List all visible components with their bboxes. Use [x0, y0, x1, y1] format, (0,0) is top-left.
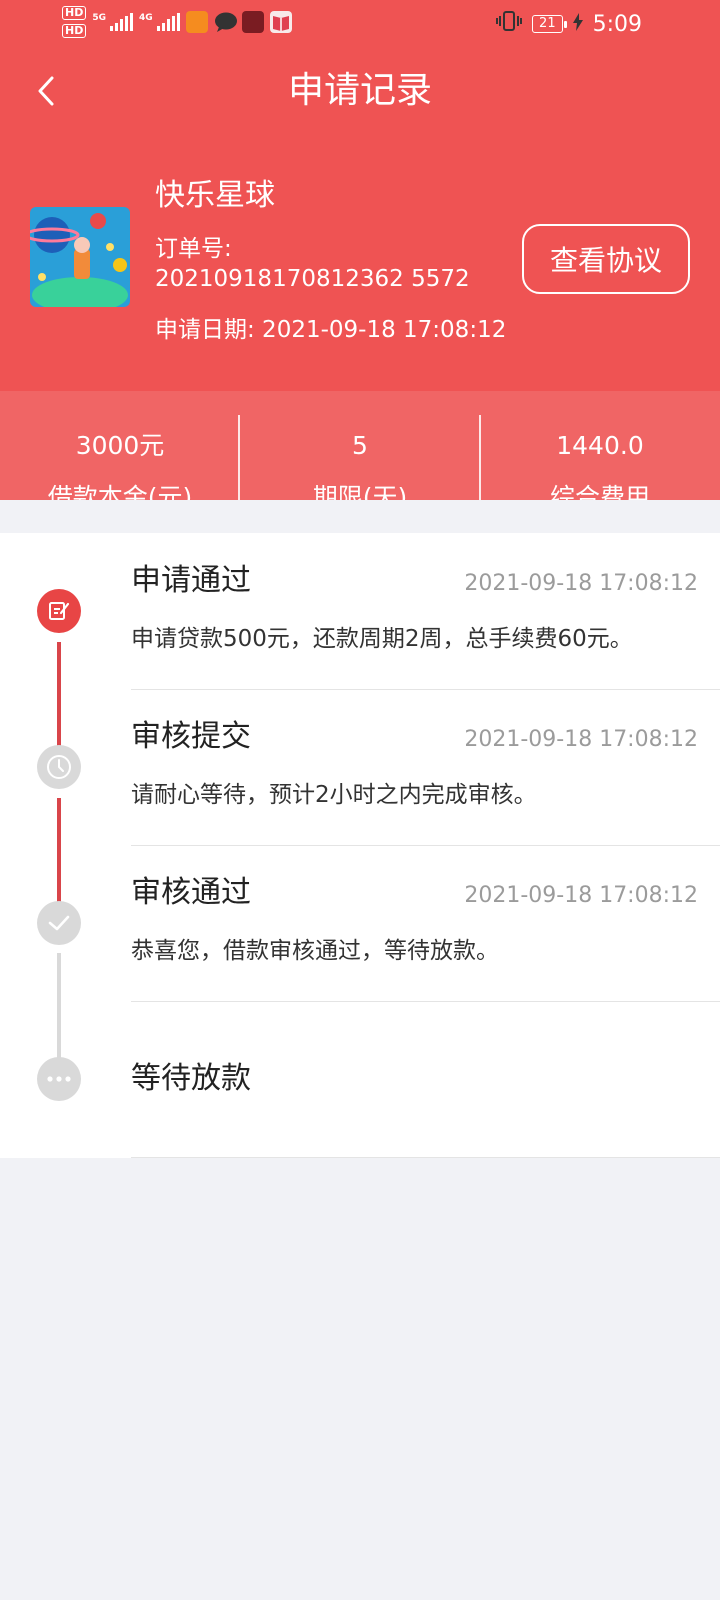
edit-icon: [37, 589, 81, 633]
charging-icon: [572, 12, 583, 37]
clock-time: 5:09: [592, 11, 642, 37]
network-5g-label: 5G: [92, 13, 106, 23]
step-time: 2021-09-18 17:08:12: [464, 727, 698, 752]
hd-icon: HD: [62, 6, 87, 20]
stat-label: 借款本金(元): [47, 483, 193, 500]
more-icon: [37, 1057, 81, 1101]
step-title: 审核提交: [131, 719, 251, 754]
check-icon: [37, 901, 81, 945]
timeline-connector: [57, 953, 61, 1059]
step-time: 2021-09-18 17:08:12: [464, 883, 698, 908]
book-icon: [269, 11, 292, 33]
step-separator: [131, 1157, 720, 1158]
step-title: 审核通过: [131, 875, 251, 910]
apply-date: 申请日期: 2021-09-18 17:08:12: [155, 317, 507, 343]
status-right: 21 5:09: [496, 10, 642, 38]
view-protocol-button[interactable]: 查看协议: [522, 224, 690, 294]
stat-value: 1440.0: [556, 431, 644, 460]
stat-label: 期限(天): [312, 483, 408, 500]
stat-value: 3000元: [75, 431, 165, 460]
stat-fee: 1440.0 综合费用: [480, 391, 720, 500]
step-title: 申请通过: [131, 563, 251, 598]
step-description: 恭喜您，借款审核通过，等待放款。: [131, 938, 499, 964]
timeline-connector: [57, 798, 61, 905]
step-title: 等待放款: [131, 1061, 251, 1096]
product-avatar: [30, 207, 130, 307]
step-separator: [131, 845, 720, 846]
battery-icon: 21: [532, 15, 567, 33]
step-time: 2021-09-18 17:08:12: [464, 571, 698, 596]
signal-4g-icon: 4G: [139, 13, 180, 31]
status-left: HD HD 5G 4G: [62, 6, 292, 38]
order-number: 20210918170812362 5572: [155, 266, 470, 292]
timeline-connector: [57, 642, 61, 751]
step-separator: [131, 1001, 720, 1002]
header-background: HD HD 5G 4G 21 5:09 申请记录 快乐星球 订单号: 20210…: [0, 0, 720, 500]
hd-icon: HD: [62, 24, 87, 38]
chat-bubble-icon: [214, 11, 237, 33]
order-number-label: 订单号:: [155, 236, 232, 262]
key-app-icon: [185, 11, 208, 33]
clock-icon: [37, 745, 81, 789]
stat-term: 5 期限(天): [240, 391, 480, 500]
network-4g-label: 4G: [139, 13, 153, 23]
status-bar: HD HD 5G 4G 21 5:09: [0, 0, 720, 48]
shop-name: 快乐星球: [155, 178, 275, 213]
page-title: 申请记录: [287, 70, 432, 111]
stat-principal: 3000元 借款本金(元): [0, 391, 240, 500]
step-description: 请耐心等待，预计2小时之内完成审核。: [131, 782, 537, 808]
vibrate-icon: [496, 10, 523, 38]
signal-5g-icon: 5G: [92, 13, 133, 31]
stat-value: 5: [352, 431, 368, 460]
loan-stats: 3000元 借款本金(元) 5 期限(天) 1440.0 综合费用: [0, 391, 720, 500]
shopping-bag-icon: [241, 11, 264, 33]
timeline-card: 申请通过 2021-09-18 17:08:12 申请贷款500元，还款周期2周…: [0, 533, 720, 1158]
step-separator: [131, 689, 720, 690]
step-description: 申请贷款500元，还款周期2周，总手续费60元。: [131, 626, 633, 652]
hd-indicators: HD HD: [62, 6, 87, 38]
stat-label: 综合费用: [549, 483, 650, 500]
